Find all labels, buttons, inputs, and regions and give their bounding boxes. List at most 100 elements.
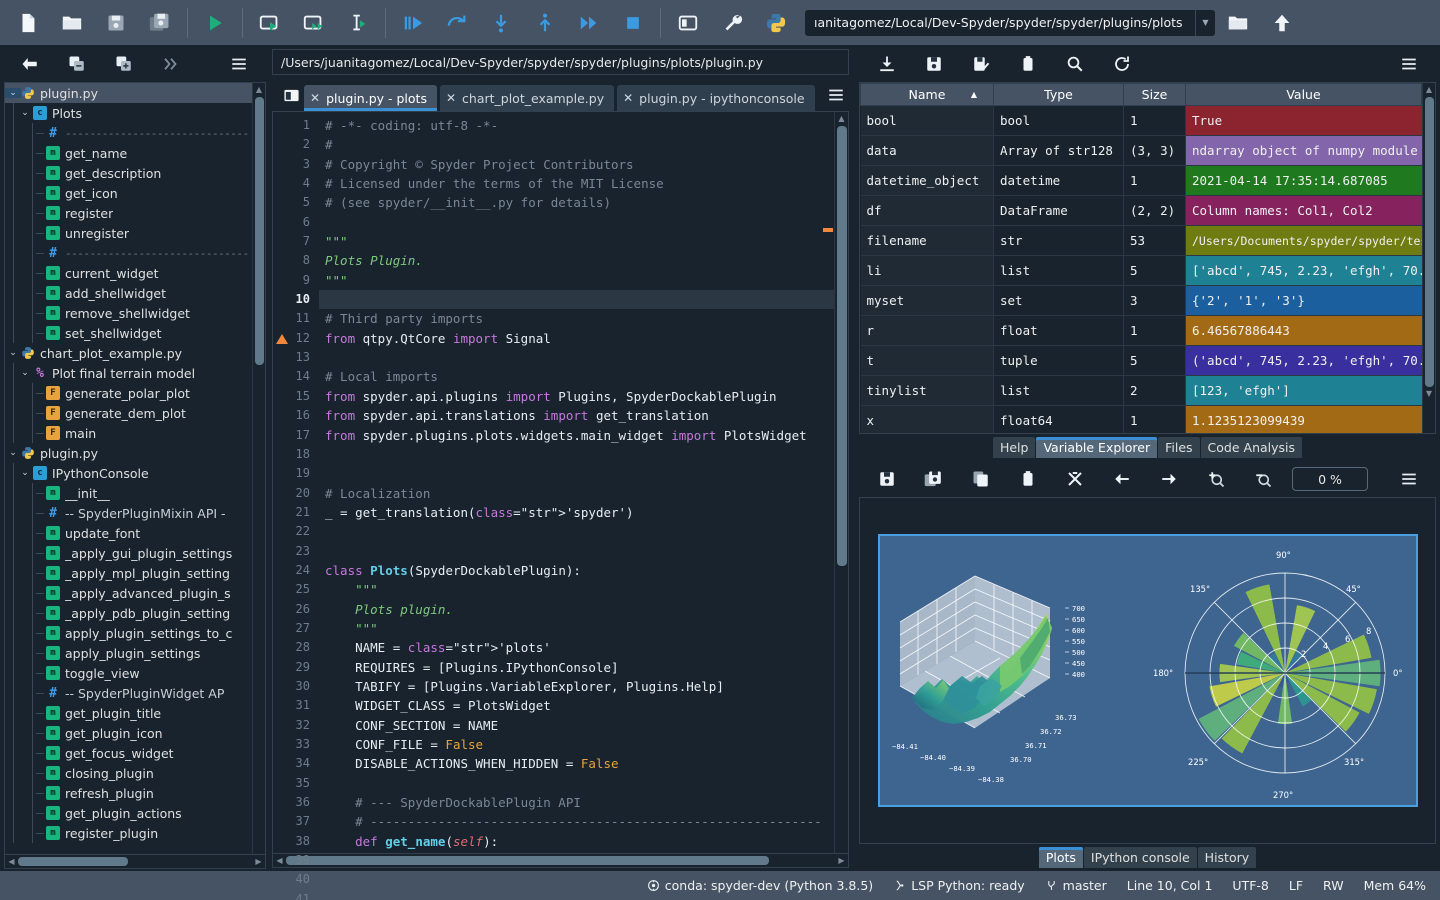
outline-item-remove_shellwidget[interactable]: mremove_shellwidget: [5, 303, 252, 323]
table-row[interactable]: xfloat6411.1235123099439: [861, 406, 1422, 435]
scrollbar-thumb[interactable]: [837, 126, 847, 566]
code-line[interactable]: # Localization: [319, 484, 848, 503]
variable-name[interactable]: df: [861, 196, 994, 226]
variable-name[interactable]: t: [861, 346, 994, 376]
status-lsp[interactable]: LSP Python: ready: [893, 878, 1024, 893]
chevron-down-icon[interactable]: ▼: [1195, 10, 1215, 36]
tab-files[interactable]: Files: [1158, 437, 1199, 458]
code-line[interactable]: # -*- coding: utf-8 -*-: [319, 116, 848, 135]
code-line[interactable]: [319, 464, 848, 483]
code-line[interactable]: [319, 445, 848, 464]
scroll-right-icon[interactable]: ▶: [252, 857, 265, 866]
variable-table[interactable]: Name▲TypeSizeValue boolbool1TruedataArra…: [860, 83, 1422, 434]
debug-step-into-button[interactable]: [479, 3, 523, 43]
code-line[interactable]: [319, 774, 848, 793]
code-line[interactable]: [319, 348, 848, 367]
outline-item-pluginpy[interactable]: ⌄plugin.py: [5, 443, 252, 463]
outline-tree[interactable]: ⌄plugin.py⌄cPlots#----------------------…: [4, 82, 266, 855]
save-plot-icon[interactable]: [863, 464, 910, 494]
code-line[interactable]: from qtpy.QtCore import Signal: [319, 329, 848, 348]
variable-value[interactable]: 6.46567886443: [1186, 316, 1422, 346]
outline-item-register_plugin[interactable]: mregister_plugin: [5, 823, 252, 843]
outline-item-get_plugin_title[interactable]: mget_plugin_title: [5, 703, 252, 723]
close-icon[interactable]: ✕: [623, 91, 633, 105]
status-lf[interactable]: LF: [1289, 878, 1303, 893]
variable-value[interactable]: {'2', '1', '3'}: [1186, 286, 1422, 316]
outline-options-icon[interactable]: [215, 49, 262, 79]
editor-tab[interactable]: ✕plugin.py - plots: [304, 85, 437, 111]
code-line[interactable]: CONF_SECTION = NAME: [319, 716, 848, 735]
variable-table-body[interactable]: boolbool1TruedataArray of str128(3, 3)nd…: [861, 106, 1422, 435]
plot-zoom-value[interactable]: 0 %: [1292, 467, 1368, 491]
code-line[interactable]: #: [319, 135, 848, 154]
close-icon[interactable]: ✕: [310, 91, 320, 105]
code-line[interactable]: # Licensed under the terms of the MIT Li…: [319, 174, 848, 193]
run-selection-button[interactable]: [336, 3, 380, 43]
column-header-size[interactable]: Size: [1124, 84, 1186, 106]
outline-item-add_shellwidget[interactable]: madd_shellwidget: [5, 283, 252, 303]
outline-item-apply_plugin_settings_to_c[interactable]: mapply_plugin_settings_to_c: [5, 623, 252, 643]
editor-vertical-scrollbar[interactable]: ▲: [834, 112, 848, 853]
code-line[interactable]: TABIFY = [Plugins.VariableExplorer, Plug…: [319, 677, 848, 696]
variable-value[interactable]: ndarray object of numpy module: [1186, 136, 1422, 166]
outline-item-_apply_mpl_plugin_setting[interactable]: m_apply_mpl_plugin_setting: [5, 563, 252, 583]
code-line[interactable]: from spyder.api.translations import get_…: [319, 406, 848, 425]
outline-item-__init__[interactable]: m__init__: [5, 483, 252, 503]
outline-item-get_icon[interactable]: mget_icon: [5, 183, 252, 203]
code-line[interactable]: Plots Plugin.: [319, 251, 848, 270]
debug-stop-button[interactable]: [611, 3, 655, 43]
status-master[interactable]: master: [1045, 878, 1107, 893]
outline-vertical-scrollbar[interactable]: ▲: [252, 83, 265, 854]
search-variables-icon[interactable]: [1051, 49, 1098, 79]
variable-value[interactable]: [123, 'efgh']: [1186, 376, 1422, 406]
outline-horizontal-scrollbar[interactable]: ◀ ▶: [4, 855, 266, 869]
code-line[interactable]: DISABLE_ACTIONS_WHEN_HIDDEN = False: [319, 754, 848, 773]
tab-plots[interactable]: Plots: [1039, 847, 1083, 868]
status-line[interactable]: Line 10, Col 1: [1127, 878, 1213, 893]
code-line[interactable]: [319, 213, 848, 232]
code-line[interactable]: [319, 290, 848, 309]
run-cell-advance-button[interactable]: [292, 3, 336, 43]
code-line[interactable]: # --------------------------------------…: [319, 812, 848, 831]
collapse-all-icon[interactable]: [53, 49, 100, 79]
code-line[interactable]: class Plots(SpyderDockablePlugin):: [319, 561, 848, 580]
editor-options-icon[interactable]: [823, 82, 849, 108]
outline-item-main[interactable]: Fmain: [5, 423, 252, 443]
variable-name[interactable]: data: [861, 136, 994, 166]
outline-item-toggle_view[interactable]: mtoggle_view: [5, 663, 252, 683]
variable-name[interactable]: datetime_object: [861, 166, 994, 196]
outline-item-generate_dem_plot[interactable]: Fgenerate_dem_plot: [5, 403, 252, 423]
outline-item-[interactable]: #------------------------------: [5, 243, 252, 263]
remove-all-plots-icon[interactable]: [1051, 464, 1098, 494]
code-line[interactable]: """: [319, 271, 848, 290]
scroll-right-icon[interactable]: ▶: [835, 856, 848, 865]
status-conda[interactable]: conda: spyder-dev (Python 3.8.5): [647, 878, 873, 893]
code-line[interactable]: # Copyright © Spyder Project Contributor…: [319, 155, 848, 174]
code-line[interactable]: _ = get_translation(class="str">'spyder'…: [319, 503, 848, 522]
expand-selection-icon[interactable]: [147, 49, 194, 79]
outline-item-[interactable]: #------------------------------: [5, 123, 252, 143]
remove-plot-icon[interactable]: [1004, 464, 1051, 494]
parent-directory-button[interactable]: [1260, 3, 1304, 43]
editor-horizontal-scrollbar[interactable]: ◀ ▶: [272, 854, 849, 868]
variable-value[interactable]: ['abcd', 745, 2.23, 'efgh', 70.2]: [1186, 256, 1422, 286]
previous-plot-icon[interactable]: [1098, 464, 1145, 494]
open-file-button[interactable]: [50, 3, 94, 43]
code-line[interactable]: """: [319, 619, 848, 638]
tab-ipython-console[interactable]: IPython console: [1084, 847, 1197, 868]
scroll-up-icon[interactable]: ▲: [256, 83, 262, 95]
debug-file-button[interactable]: [391, 3, 435, 43]
zoom-out-icon[interactable]: [1239, 464, 1286, 494]
plot-canvas-area[interactable]: 700650 600550 500450 400 −84.41−84.40: [859, 497, 1436, 844]
outline-item-apply_plugin_settings[interactable]: mapply_plugin_settings: [5, 643, 252, 663]
variable-value[interactable]: 1.1235123099439: [1186, 406, 1422, 435]
new-file-button[interactable]: [6, 3, 50, 43]
tab-variable-explorer[interactable]: Variable Explorer: [1036, 437, 1157, 458]
variable-value[interactable]: /Users/Documents/spyder/spyder/tests/tes…: [1186, 226, 1422, 256]
remove-all-variables-icon[interactable]: [1004, 49, 1051, 79]
outline-item-get_focus_widget[interactable]: mget_focus_widget: [5, 743, 252, 763]
code-line[interactable]: REQUIRES = [Plugins.IPythonConsole]: [319, 658, 848, 677]
table-row[interactable]: tinylistlist2[123, 'efgh']: [861, 376, 1422, 406]
table-row[interactable]: filenamestr53/Users/Documents/spyder/spy…: [861, 226, 1422, 256]
variable-value[interactable]: 2021-04-14 17:35:14.687085: [1186, 166, 1422, 196]
